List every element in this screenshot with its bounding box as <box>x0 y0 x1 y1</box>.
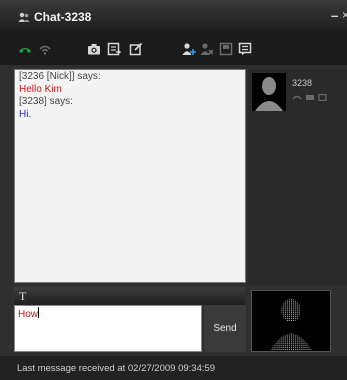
chat-window: Chat-3238 – × [3236 [Nick]] says: Hello … <box>0 0 347 380</box>
status-text: Last message received at 02/27/2009 09:3… <box>17 363 216 374</box>
chat-transcript: [3236 [Nick]] says: Hello Kim [3238] say… <box>14 69 246 283</box>
save-icon[interactable] <box>219 42 233 56</box>
contact-avatar[interactable] <box>252 73 286 111</box>
microphone-icon[interactable] <box>38 42 52 56</box>
remove-user-icon[interactable] <box>200 42 214 56</box>
format-bar: T <box>14 287 245 305</box>
message-input[interactable]: How <box>14 305 202 352</box>
users-icon <box>18 12 30 22</box>
contact-name: 3238 <box>292 78 313 88</box>
window-title: Chat-3238 <box>34 10 92 24</box>
edit-icon[interactable] <box>129 42 143 56</box>
camera-icon[interactable] <box>87 42 101 56</box>
phone-icon[interactable] <box>18 42 32 56</box>
chat-log-icon[interactable] <box>238 42 252 56</box>
send-button[interactable]: Send <box>204 305 246 352</box>
minimize-button[interactable]: – <box>331 8 338 23</box>
toolbar <box>0 33 347 65</box>
font-icon[interactable]: T <box>19 289 26 304</box>
transcript-line: Hi. <box>19 108 32 120</box>
add-user-icon[interactable] <box>182 42 196 56</box>
message-input-text: How <box>18 309 39 320</box>
text-caret <box>38 307 40 318</box>
my-video-preview <box>251 290 331 352</box>
transcript-line: [3238] says: <box>19 96 73 107</box>
transcript-line: Hello Kim <box>19 83 62 95</box>
status-bar: Last message received at 02/27/2009 09:3… <box>0 356 347 380</box>
close-button[interactable]: × <box>342 8 347 22</box>
contact-status-icons <box>292 93 327 101</box>
transcript-line: [3236 [Nick]] says: <box>19 71 101 82</box>
title-bar: Chat-3238 – × <box>0 0 347 33</box>
send-file-icon[interactable] <box>107 42 121 56</box>
